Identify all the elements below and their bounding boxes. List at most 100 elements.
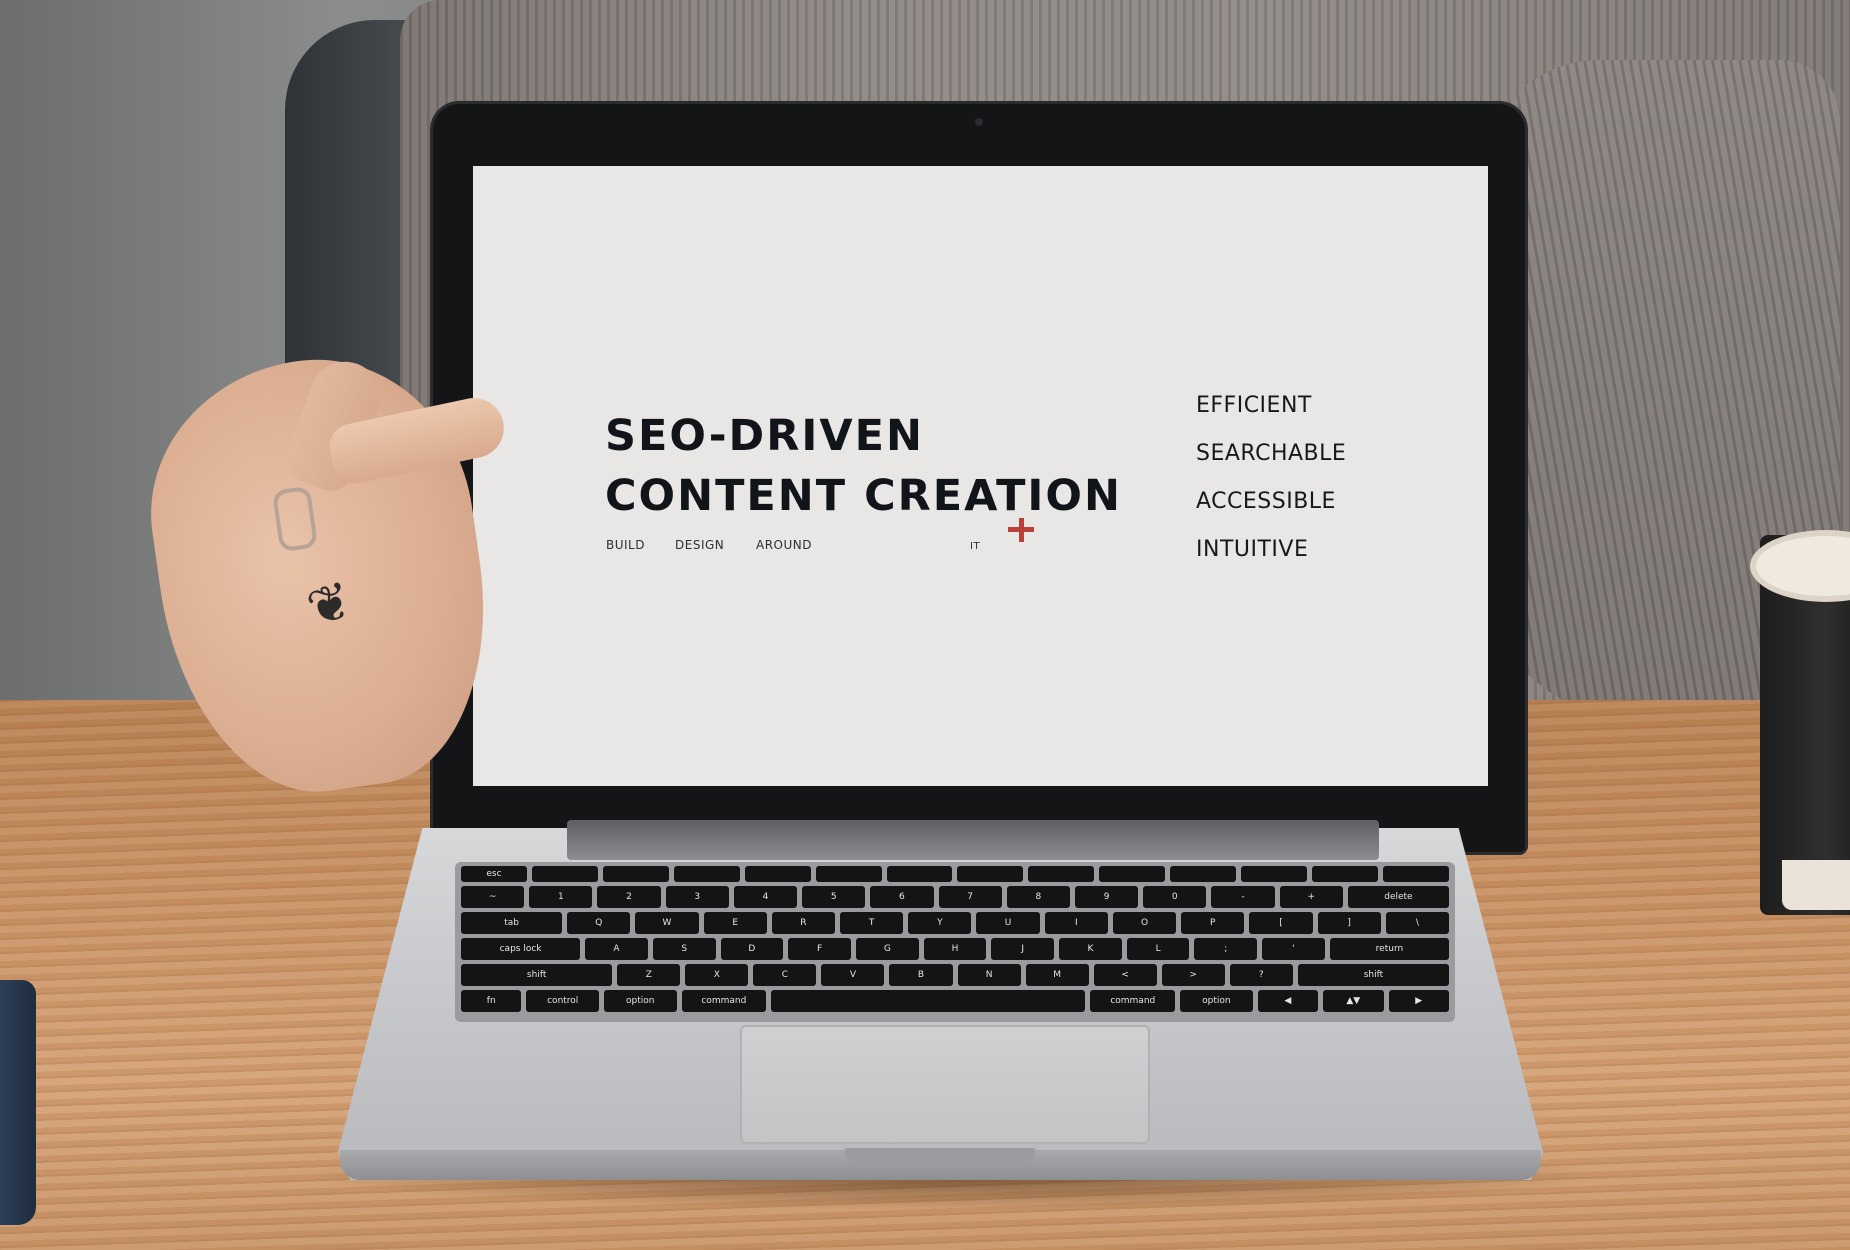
key[interactable]: N bbox=[957, 964, 1021, 986]
key[interactable]: 7 bbox=[938, 886, 1002, 908]
key[interactable] bbox=[1028, 866, 1095, 882]
key[interactable]: F bbox=[788, 938, 851, 960]
key[interactable] bbox=[957, 866, 1024, 882]
key[interactable]: V bbox=[821, 964, 885, 986]
tablet-edge bbox=[0, 980, 36, 1225]
key[interactable] bbox=[1382, 866, 1449, 882]
key[interactable]: J bbox=[991, 938, 1055, 960]
subline-design: DESIGN bbox=[675, 538, 725, 552]
key[interactable]: control bbox=[526, 990, 599, 1012]
key[interactable]: M bbox=[1025, 964, 1089, 986]
key[interactable]: ◀ bbox=[1257, 990, 1319, 1012]
key[interactable]: [ bbox=[1249, 912, 1313, 934]
key[interactable]: I bbox=[1044, 912, 1108, 934]
key[interactable]: ? bbox=[1229, 964, 1293, 986]
key[interactable] bbox=[1241, 866, 1308, 882]
key[interactable]: + bbox=[1279, 886, 1343, 908]
key[interactable]: Q bbox=[567, 912, 631, 934]
key[interactable]: 9 bbox=[1074, 886, 1139, 908]
key[interactable] bbox=[744, 866, 811, 882]
key[interactable]: ; bbox=[1194, 938, 1258, 960]
key[interactable]: P bbox=[1181, 912, 1245, 934]
plus-icon bbox=[1007, 516, 1037, 546]
key[interactable] bbox=[771, 990, 1086, 1012]
keyboard-row-3: caps lock A S D F G H J K L; ' return bbox=[461, 938, 1450, 960]
key[interactable]: ▲▼ bbox=[1323, 990, 1384, 1012]
attribute-item: INTUITIVE bbox=[1196, 537, 1309, 562]
key[interactable]: ~ bbox=[461, 886, 525, 908]
keyboard-row-2: tab Q W E R T Y U I O P[] \ bbox=[461, 912, 1449, 934]
key[interactable]: 4 bbox=[733, 886, 798, 908]
key[interactable]: < bbox=[1093, 964, 1157, 986]
key[interactable]: S bbox=[652, 938, 716, 960]
key[interactable]: caps lock bbox=[461, 938, 581, 960]
keyboard-row-4: shift Z X C V B N M < >? shift bbox=[461, 964, 1450, 986]
subline-around: AROUND bbox=[756, 538, 812, 552]
laptop-notch bbox=[845, 1148, 1035, 1164]
key[interactable]: E bbox=[703, 912, 767, 934]
key[interactable] bbox=[1170, 866, 1237, 882]
key[interactable] bbox=[815, 866, 882, 882]
attribute-list: EFFICIENT SEARCHABLE ACCESSIBLE INTUITIV… bbox=[1196, 382, 1346, 574]
key[interactable]: 5 bbox=[802, 886, 866, 908]
key[interactable] bbox=[531, 866, 598, 882]
subline-it: IT bbox=[970, 541, 981, 552]
key[interactable]: T bbox=[840, 912, 904, 934]
key[interactable]: W bbox=[635, 912, 699, 934]
keyboard-row-5: fn control option command command option ◀ ▲▼ ▶ bbox=[461, 990, 1449, 1012]
key[interactable]: shift bbox=[461, 964, 613, 986]
key[interactable]: fn bbox=[461, 990, 522, 1012]
key[interactable] bbox=[1312, 866, 1378, 882]
key[interactable]: > bbox=[1161, 964, 1225, 986]
key[interactable]: ▶ bbox=[1388, 990, 1449, 1012]
attribute-item: SEARCHABLE bbox=[1196, 441, 1347, 466]
subline-build: BUILD bbox=[606, 538, 645, 552]
attribute-item: EFFICIENT bbox=[1196, 393, 1312, 418]
key[interactable]: esc bbox=[461, 866, 527, 882]
key[interactable]: 3 bbox=[665, 886, 729, 908]
key[interactable]: L bbox=[1126, 938, 1190, 960]
key[interactable]: command bbox=[681, 990, 767, 1012]
key[interactable]: shift bbox=[1297, 964, 1450, 986]
key[interactable]: O bbox=[1112, 912, 1177, 934]
key[interactable] bbox=[1099, 866, 1166, 882]
key[interactable]: D bbox=[720, 938, 784, 960]
key[interactable]: 2 bbox=[597, 886, 661, 908]
key[interactable] bbox=[886, 866, 953, 882]
coffee-cup-band bbox=[1782, 860, 1850, 910]
key[interactable]: delete bbox=[1347, 886, 1449, 908]
headline: SEO-DRIVEN CONTENT CREATION bbox=[605, 406, 1122, 526]
key[interactable]: C bbox=[753, 964, 817, 986]
key[interactable]: A bbox=[585, 938, 648, 960]
headline-line-1: SEO-DRIVEN bbox=[605, 411, 924, 461]
key[interactable]: K bbox=[1059, 938, 1122, 960]
key[interactable]: ] bbox=[1317, 912, 1381, 934]
key[interactable]: 6 bbox=[870, 886, 934, 908]
attribute-item: ACCESSIBLE bbox=[1196, 489, 1336, 514]
key[interactable]: command bbox=[1090, 990, 1176, 1012]
keyboard-row-fn: esc bbox=[461, 866, 1449, 882]
key[interactable]: option bbox=[603, 990, 677, 1012]
key[interactable]: G bbox=[855, 938, 919, 960]
key[interactable]: 8 bbox=[1006, 886, 1070, 908]
key[interactable]: tab bbox=[461, 912, 563, 934]
headline-line-2: CONTENT CREATION bbox=[605, 471, 1122, 521]
key[interactable]: B bbox=[889, 964, 953, 986]
key[interactable]: \ bbox=[1385, 912, 1449, 934]
key[interactable]: return bbox=[1329, 938, 1450, 960]
key[interactable]: X bbox=[685, 964, 749, 986]
key[interactable]: H bbox=[923, 938, 987, 960]
key[interactable]: R bbox=[771, 912, 836, 934]
key[interactable]: Y bbox=[908, 912, 972, 934]
key[interactable]: U bbox=[976, 912, 1040, 934]
key[interactable]: 0 bbox=[1143, 886, 1207, 908]
keyboard: esc ~1 2 3 4 5 6 7 8 9 0- + delete tab Q W E R T Y U I O P[] \… bbox=[455, 862, 1455, 1022]
trackpad[interactable] bbox=[740, 1025, 1150, 1144]
key[interactable]: ' bbox=[1262, 938, 1325, 960]
key[interactable] bbox=[673, 866, 740, 882]
key[interactable]: option bbox=[1180, 990, 1253, 1012]
key[interactable] bbox=[602, 866, 669, 882]
key[interactable]: - bbox=[1211, 886, 1275, 908]
key[interactable]: 1 bbox=[529, 886, 593, 908]
key[interactable]: Z bbox=[617, 964, 681, 986]
